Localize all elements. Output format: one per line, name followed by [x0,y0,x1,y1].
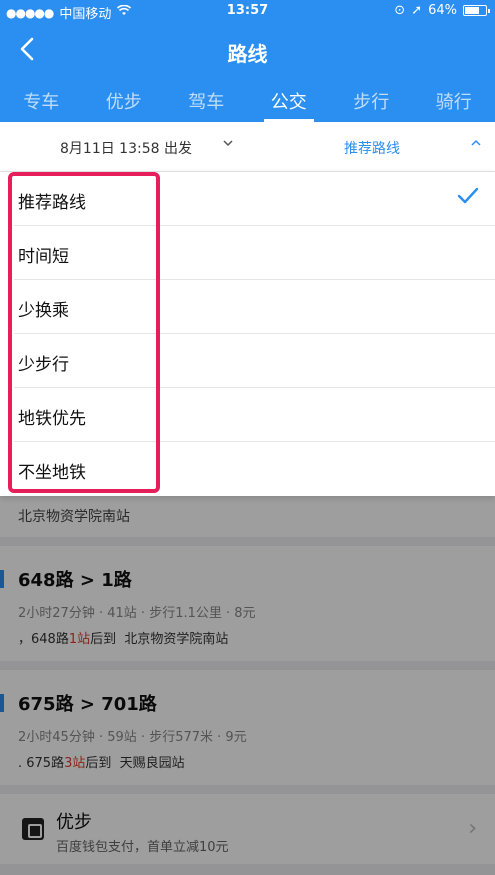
mode-tabs: 专车 优步 驾车 公交 步行 骑行 [0,84,495,122]
location-icon: ➚ [411,3,423,18]
tab-jiache[interactable]: 驾车 [165,84,248,122]
lock-rotation-icon: ⊙ [394,3,406,18]
checkmark-icon [457,186,479,211]
status-bar: ●●●●● 中国移动 13:57 ⊙ ➚ 64% [0,0,495,22]
tab-gongjiao[interactable]: 公交 [248,84,331,122]
tab-zhuanche[interactable]: 专车 [0,84,83,122]
tab-qixing[interactable]: 骑行 [413,84,495,122]
battery-icon [463,5,490,16]
sort-selector[interactable]: 推荐路线 [344,138,400,158]
chevron-down-icon[interactable] [222,136,234,154]
battery-percent: 64% [428,3,457,18]
app-header: 路线 专车 优步 驾车 公交 步行 骑行 [0,22,495,122]
chevron-up-icon[interactable] [470,136,482,154]
page-title: 路线 [227,42,268,66]
route-options-bar: 8月11日 13:58 出发 推荐路线 [0,122,495,172]
tab-buxing[interactable]: 步行 [330,84,413,122]
departure-time-selector[interactable]: 8月11日 13:58 出发 [60,138,192,158]
tab-youbu[interactable]: 优步 [83,84,166,122]
annotation-highlight-box [8,172,160,493]
